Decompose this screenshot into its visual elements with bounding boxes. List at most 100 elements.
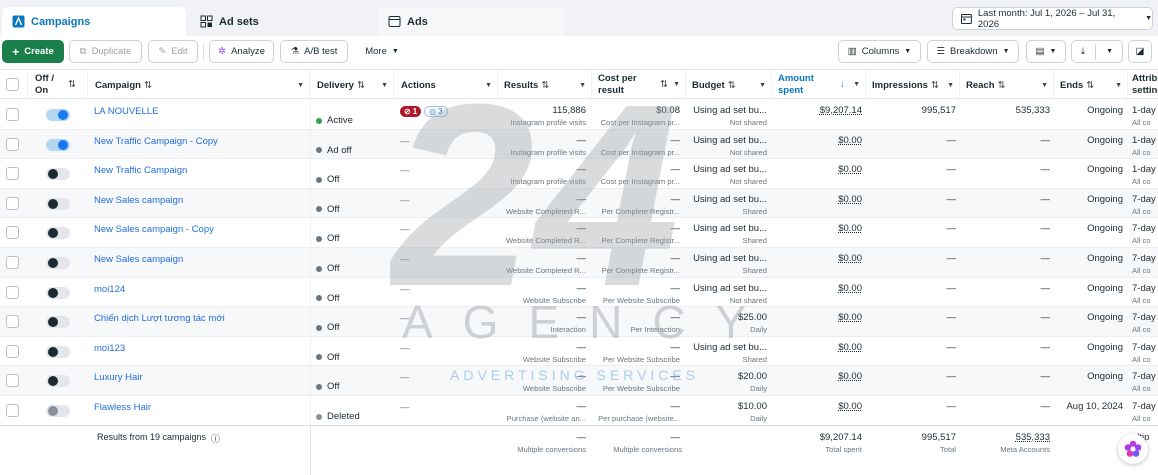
header-delivery-label: Delivery (317, 79, 354, 91)
results-value: — (576, 164, 587, 176)
table-row[interactable]: Flawless Hair Deleted — — Purchase (website … (0, 396, 1158, 426)
create-button[interactable]: + Create (2, 40, 64, 63)
campaign-toggle[interactable] (46, 405, 70, 417)
columns-button[interactable]: ▥ Columns ▼ (838, 40, 921, 63)
table-row[interactable]: Chiến dịch Lượt tương tác mới Off — — Intera… (0, 307, 1158, 337)
row-checkbox[interactable] (6, 108, 19, 121)
table-row[interactable]: Luxury Hair Off — — Website Subscribe — Per We… (0, 366, 1158, 396)
header-amount-spent[interactable]: Amount spent ↓ ▼ (772, 70, 866, 100)
budget-type: Shared (742, 206, 768, 216)
campaign-toggle[interactable] (46, 138, 70, 151)
tab-ad-sets[interactable]: Ad sets (190, 7, 374, 36)
row-checkbox[interactable] (6, 285, 19, 299)
summary-spent: $9,207.14 (819, 432, 862, 443)
cost-value: — (670, 312, 681, 324)
row-checkbox[interactable] (6, 374, 19, 388)
campaign-toggle[interactable] (46, 109, 70, 121)
table-row[interactable]: New Sales campaign - Copy Off — — Website Co… (0, 218, 1158, 248)
table-row[interactable]: LA NOUVELLE Active ⊘ 1 ◎ 3 115,886 Instagram pr… (0, 100, 1158, 130)
cost-type: Cost per Instagram pr... (600, 147, 680, 157)
impressions-value: — (946, 223, 957, 235)
row-checkbox[interactable] (6, 137, 19, 151)
actions-empty: — (400, 254, 410, 265)
campaign-toggle[interactable] (46, 345, 70, 358)
duplicate-label: Duplicate (91, 46, 132, 57)
results-type: Instagram profile visits (510, 147, 586, 157)
chart-button[interactable]: ◪ (1128, 40, 1152, 63)
header-off-on[interactable]: Off / On ⇅ (28, 70, 88, 100)
flower-icon (1124, 440, 1142, 457)
campaign-toggle[interactable] (46, 257, 70, 269)
ends-value: Ongoing (1087, 105, 1123, 116)
toggle-knob (48, 376, 58, 387)
status-dot (316, 383, 322, 390)
ai-assistant-button[interactable] (1118, 434, 1148, 464)
tab-ad-sets-label: Ad sets (219, 15, 259, 28)
reports-button[interactable]: ▤ ▼ (1026, 40, 1066, 63)
campaign-toggle[interactable] (46, 286, 70, 299)
status-dot (316, 117, 322, 124)
row-checkbox[interactable] (6, 196, 19, 210)
row-checkbox[interactable] (6, 404, 19, 417)
row-checkbox[interactable] (6, 256, 19, 269)
breakdown-button[interactable]: ☰ Breakdown ▼ (927, 40, 1019, 63)
reach-value: 535,333 (1015, 105, 1050, 116)
ab-test-button[interactable]: ⚗ A/B test (280, 40, 348, 63)
table-row[interactable]: moi124 Off — — Website Subscribe — Per Website… (0, 277, 1158, 308)
table-row[interactable]: New Sales campaign Off — — Website Completed… (0, 188, 1158, 219)
toggle-knob (48, 406, 58, 416)
header-attribution[interactable]: Attribution setting (1128, 70, 1158, 100)
header-delivery[interactable]: Delivery ⇅ ▼ (310, 70, 394, 100)
campaign-toggle[interactable] (46, 375, 70, 388)
amount-spent-value: $0.00 (838, 223, 862, 235)
analyze-button[interactable]: ✲ Analyze (209, 40, 274, 63)
duplicate-button[interactable]: ⧉ Duplicate (69, 40, 142, 63)
edit-button[interactable]: ✎ Edit (148, 40, 198, 63)
header-ends[interactable]: Ends ⇅ ▼ (1054, 70, 1128, 100)
header-reach[interactable]: Reach ⇅ ▼ (960, 70, 1054, 100)
cost-value: — (670, 341, 681, 353)
row-checkbox[interactable] (6, 167, 19, 181)
recommendation-badge[interactable]: ◎ 3 (424, 106, 448, 117)
header-cost-per-result[interactable]: Cost per result ⇅ ▼ (592, 70, 686, 100)
select-all-checkbox[interactable] (6, 78, 19, 91)
impressions-value: — (946, 282, 957, 294)
table-row[interactable]: moi123 Off — — Website Subscribe — Per Website… (0, 336, 1158, 367)
toggle-knob (48, 317, 58, 328)
column-divider (310, 426, 311, 475)
tab-campaigns[interactable]: Campaigns (2, 7, 186, 36)
tab-ads[interactable]: Ads (378, 7, 564, 36)
table-row[interactable]: New Traffic Campaign Off — — Instagram profi… (0, 159, 1158, 189)
info-icon[interactable]: ⓘ (211, 432, 220, 445)
header-impressions[interactable]: Impressions ⇅ ▼ (866, 70, 960, 100)
attribution-sub: All co (1132, 206, 1151, 216)
header-campaign[interactable]: Campaign ⇅ ▼ (88, 70, 310, 100)
campaign-toggle[interactable] (46, 168, 70, 181)
table-row[interactable]: New Sales campaign Off — — Website Completed… (0, 248, 1158, 278)
row-checkbox[interactable] (6, 315, 19, 329)
row-checkbox[interactable] (6, 226, 19, 240)
breakdown-label: Breakdown (950, 46, 998, 57)
header-budget[interactable]: Budget ⇅ ▼ (686, 70, 772, 100)
header-actions[interactable]: Actions ▼ (394, 70, 498, 100)
header-results[interactable]: Results ⇅ ▼ (498, 70, 592, 100)
campaign-toggle[interactable] (46, 197, 70, 210)
date-range-picker[interactable]: Last month: Jul 1, 2026 – Jul 31, 2026 ▼ (952, 7, 1153, 30)
table-row[interactable]: New Traffic Campaign - Copy Ad off — — Insta… (0, 129, 1158, 160)
row-checkbox[interactable] (6, 344, 19, 358)
error-badge[interactable]: ⊘ 1 (400, 106, 422, 117)
campaign-toggle[interactable] (46, 227, 70, 240)
impressions-value: — (946, 401, 957, 412)
more-button[interactable]: More ▼ (356, 40, 408, 63)
results-value: — (576, 223, 587, 235)
calendar-icon (961, 14, 972, 24)
level-tabs: Campaigns Ad sets Ads Last month: Jul 1,… (0, 0, 1158, 36)
status-dot (316, 324, 322, 331)
actions-empty: — (400, 194, 410, 206)
split-divider (1095, 43, 1097, 60)
export-button[interactable]: ⤓ ▼ (1071, 40, 1123, 63)
campaign-toggle[interactable] (46, 316, 70, 329)
cost-value: — (670, 193, 681, 205)
attribution-sub: All co (1132, 325, 1151, 335)
caret-down-icon: ▼ (1115, 81, 1122, 89)
